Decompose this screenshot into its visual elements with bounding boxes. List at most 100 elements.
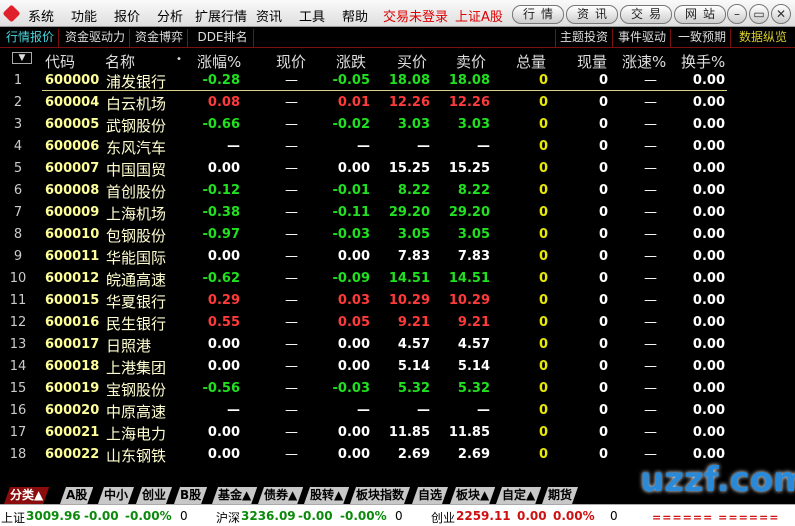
header-cur-volume[interactable]: 现量 (577, 51, 607, 72)
tab-quotes[interactable]: 行情报价 (2, 29, 60, 48)
table-row[interactable]: 14 600018 上港集团 0.00 — 0.00 5.14 5.14 0 0 — 0.00 (0, 356, 795, 378)
market-label[interactable]: 上证A股 (455, 6, 503, 25)
cell-chg: 0.03 (337, 293, 370, 308)
cell-n: 4 (13, 139, 23, 154)
category-tab[interactable]: A股 (60, 487, 93, 504)
cell-spd: — (644, 117, 657, 132)
news-button[interactable]: 资讯 (566, 5, 618, 24)
tab-event-drive[interactable]: 事件驱动 (614, 29, 672, 48)
header-bid[interactable]: 买价 (397, 51, 427, 72)
trade-button[interactable]: 交易 (620, 5, 672, 24)
table-row[interactable]: 8 600010 包钢股份 -0.97 — -0.03 3.05 3.05 0 0 — 0.00 (0, 224, 795, 246)
table-row[interactable]: 4 600006 东风汽车 — — — — — 0 0 — 0.00 (0, 136, 795, 158)
category-tab[interactable]: 自选 (412, 487, 448, 504)
menu-extended[interactable]: 扩展行情 (195, 6, 247, 25)
cell-name: 山东钢铁 (106, 447, 167, 465)
cell-cv: 0 (598, 73, 608, 88)
table-row[interactable]: 10 600012 皖通高速 -0.62 — -0.09 14.51 14.51 0 0 — 0.00 (0, 268, 795, 290)
category-tab[interactable]: 中小 (98, 487, 134, 504)
close-icon[interactable]: ✕ (771, 4, 791, 24)
cell-vol: 0 (538, 73, 548, 88)
table-row[interactable]: 1 600000 浦发银行 -0.28 — -0.05 18.08 18.08 0 0 — 0.00 (0, 70, 795, 92)
cell-bid: 5.14 (397, 359, 430, 374)
table-row[interactable]: 12 600016 民生银行 0.55 — 0.05 9.21 9.21 0 0 — 0.00 (0, 312, 795, 334)
cell-code: 600004 (45, 95, 100, 110)
cell-price: — (285, 293, 298, 308)
header-code[interactable]: 代码 (45, 51, 75, 72)
header-pct[interactable]: 涨幅% (197, 51, 241, 72)
table-row[interactable]: 9 600011 华能国际 0.00 — 0.00 7.83 7.83 0 0 — 0.00 (0, 246, 795, 268)
tab-fund-drive[interactable]: 资金驱动力 (61, 29, 131, 48)
header-turnover[interactable]: 换手% (681, 51, 725, 72)
maximize-icon[interactable]: ▭ (749, 4, 769, 24)
cell-bid: 15.25 (388, 161, 430, 176)
category-tab[interactable]: 股转▲ (304, 487, 349, 504)
tab-fund-game[interactable]: 资金博弈 (131, 29, 189, 48)
cell-name: 民生银行 (106, 315, 167, 333)
header-change[interactable]: 涨跌 (336, 51, 366, 72)
cell-bid: 9.21 (397, 315, 430, 330)
menu-help[interactable]: 帮助 (342, 6, 368, 25)
header-volume[interactable]: 总量 (516, 51, 546, 72)
category-tab[interactable]: 期货 (542, 487, 578, 504)
tab-consensus[interactable]: 一致预期 (674, 29, 732, 48)
cell-to: 0.00 (692, 95, 725, 110)
cell-price: — (285, 271, 298, 286)
category-tab[interactable]: 自定▲ (496, 487, 541, 504)
cell-price: — (285, 117, 298, 132)
minimize-icon[interactable]: – (727, 4, 747, 24)
table-row[interactable]: 11 600015 华夏银行 0.29 — 0.03 10.29 10.29 0 0 — 0.00 (0, 290, 795, 312)
website-button[interactable]: 网站 (674, 5, 726, 24)
menu-news[interactable]: 资讯 (256, 6, 282, 25)
table-row[interactable]: 13 600017 日照港 0.00 — 0.00 4.57 4.57 0 0 — 0.00 (0, 334, 795, 356)
hs-volume: 0 (395, 509, 403, 523)
cell-spd: — (644, 183, 657, 198)
menu-system[interactable]: 系统 (28, 6, 54, 25)
sh-label: 上证 (1, 511, 26, 525)
cell-name: 日照港 (106, 337, 152, 355)
login-status[interactable]: 交易未登录 (383, 6, 448, 25)
cell-pct: 0.00 (207, 161, 240, 176)
table-row[interactable]: 17 600021 上海电力 0.00 — 0.00 11.85 11.85 0 0 — 0.00 (0, 422, 795, 444)
cell-chg: 0.00 (337, 425, 370, 440)
category-tab[interactable]: 创业 (136, 487, 172, 504)
tab-theme-invest[interactable]: 主题投资 (555, 29, 614, 48)
cell-vol: 0 (538, 205, 548, 220)
cell-code: 600016 (45, 315, 100, 330)
tab-dde-rank[interactable]: DDE排名 (192, 29, 254, 48)
cell-to: 0.00 (692, 403, 725, 418)
category-tab[interactable]: 板块▲ (450, 487, 495, 504)
cell-n: 5 (13, 161, 23, 176)
menu-quote[interactable]: 报价 (114, 6, 140, 25)
cell-vol: 0 (538, 183, 548, 198)
cell-chg: -0.05 (332, 73, 370, 88)
cell-price: — (285, 447, 298, 462)
column-menu-dropdown-icon[interactable]: ▼ (12, 52, 32, 64)
table-row[interactable]: 6 600008 首创股份 -0.12 — -0.01 8.22 8.22 0 0 — 0.00 (0, 180, 795, 202)
cell-n: 13 (9, 337, 27, 352)
header-price[interactable]: 现价 (276, 51, 306, 72)
table-row[interactable]: 7 600009 上海机场 -0.38 — -0.11 29.20 29.20 0 0 — 0.00 (0, 202, 795, 224)
table-row[interactable]: 15 600019 宝钢股份 -0.56 — -0.03 5.32 5.32 0 0 — 0.00 (0, 378, 795, 400)
cell-code: 600010 (45, 227, 100, 242)
quote-button[interactable]: 行情 (512, 5, 564, 24)
header-name[interactable]: 名称 (105, 51, 135, 72)
menu-analysis[interactable]: 分析 (157, 6, 183, 25)
table-row[interactable]: 3 600005 武钢股份 -0.66 — -0.02 3.03 3.03 0 0 — 0.00 (0, 114, 795, 136)
table-row[interactable]: 16 600020 中原高速 — — — — — 0 0 — 0.00 (0, 400, 795, 422)
header-speed[interactable]: 涨速% (622, 51, 666, 72)
category-tab[interactable]: B股 (174, 487, 207, 504)
cell-vol: 0 (538, 161, 548, 176)
category-tab[interactable]: 板块指数 (350, 487, 410, 504)
cell-spd: — (644, 425, 657, 440)
header-ask[interactable]: 卖价 (456, 51, 486, 72)
tab-data-overview[interactable]: 数据纵览 (735, 29, 791, 48)
table-row[interactable]: 2 600004 白云机场 0.08 — 0.01 12.26 12.26 0 0 — 0.00 (0, 92, 795, 114)
table-row[interactable]: 5 600007 中国国贸 0.00 — 0.00 15.25 15.25 0 0 — 0.00 (0, 158, 795, 180)
category-tab[interactable]: 分类▲ (4, 487, 49, 504)
cell-ask: 5.32 (457, 381, 490, 396)
category-tab[interactable]: 基金▲ (212, 487, 257, 504)
category-tab[interactable]: 债券▲ (258, 487, 303, 504)
menu-tools[interactable]: 工具 (299, 6, 325, 25)
menu-function[interactable]: 功能 (71, 6, 97, 25)
